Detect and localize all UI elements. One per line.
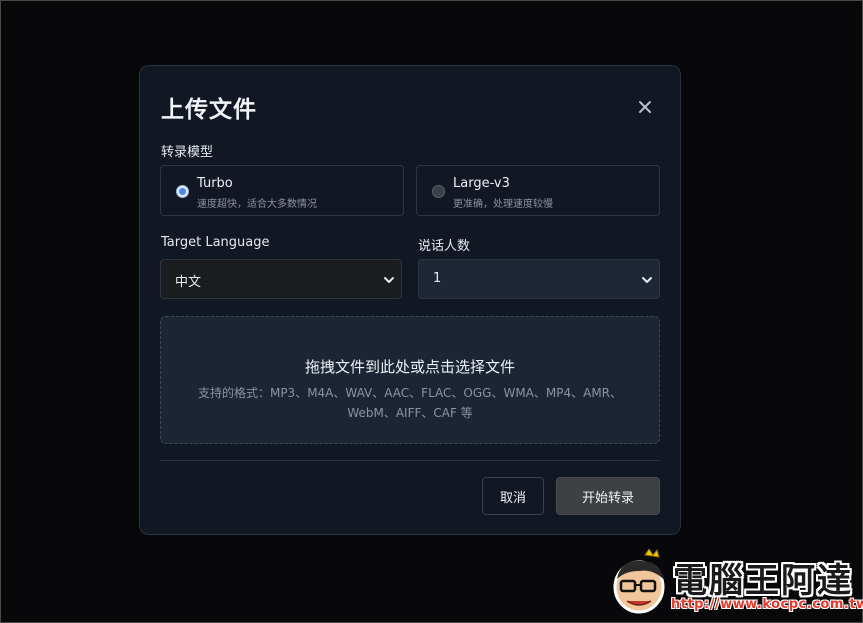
cancel-button[interactable]: 取消 <box>482 477 544 515</box>
watermark-logo: 電腦王阿達 http://www.kocpc.com.tw <box>607 547 863 617</box>
dialog-title: 上传文件 <box>161 97 257 123</box>
radio-large-v3[interactable] <box>432 185 445 198</box>
radio-turbo[interactable] <box>176 185 189 198</box>
target-language-value: 中文 <box>175 275 202 290</box>
target-language-select[interactable]: 中文 <box>160 259 402 299</box>
model-desc: 速度超快，适合大多数情况 <box>197 199 317 210</box>
target-language-label: Target Language <box>161 235 270 250</box>
chevron-down-icon <box>642 277 652 283</box>
watermark-url: http://www.kocpc.com.tw <box>671 597 863 612</box>
close-button[interactable] <box>634 96 656 118</box>
speakers-select[interactable]: 1 <box>418 259 660 299</box>
upload-dialog: 上传文件 转录模型 Turbo 速度超快，适合大多数情况 Large-v3 更准… <box>139 65 681 535</box>
chevron-down-icon <box>384 277 394 283</box>
divider <box>160 460 660 461</box>
model-name: Turbo <box>197 176 233 191</box>
speakers-label: 说话人数 <box>418 239 471 254</box>
model-label: 转录模型 <box>161 145 214 160</box>
mascot-icon <box>613 549 665 614</box>
start-transcription-button[interactable]: 开始转录 <box>556 477 660 515</box>
dropzone-title: 拖拽文件到此处或点击选择文件 <box>304 358 515 376</box>
dropzone-formats: 支持的格式：MP3、M4A、WAV、AAC、FLAC、OGG、WMA、MP4、A… <box>197 386 623 420</box>
file-dropzone[interactable]: 拖拽文件到此处或点击选择文件 支持的格式：MP3、M4A、WAV、AAC、FLA… <box>160 316 660 444</box>
speakers-value: 1 <box>433 271 442 286</box>
watermark-brand: 電腦王阿達 <box>673 561 853 601</box>
app-window: 上传文件 转录模型 Turbo 速度超快，适合大多数情况 Large-v3 更准… <box>0 0 863 623</box>
close-icon <box>639 101 651 113</box>
model-desc: 更准确，处理速度较慢 <box>453 199 553 210</box>
model-option-large-v3[interactable]: Large-v3 更准确，处理速度较慢 <box>416 165 660 216</box>
model-name: Large-v3 <box>453 176 510 191</box>
model-option-turbo[interactable]: Turbo 速度超快，适合大多数情况 <box>160 165 404 216</box>
